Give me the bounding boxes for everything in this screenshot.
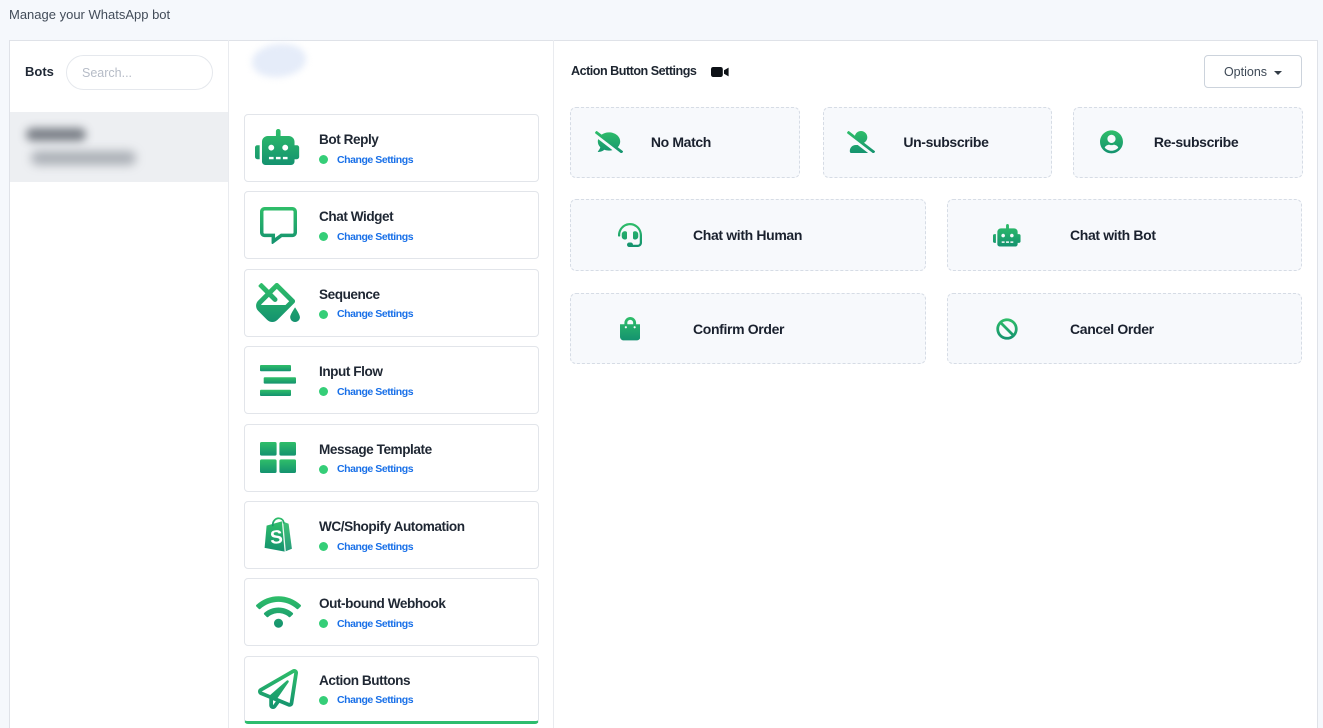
svg-text:S: S [269, 527, 283, 549]
